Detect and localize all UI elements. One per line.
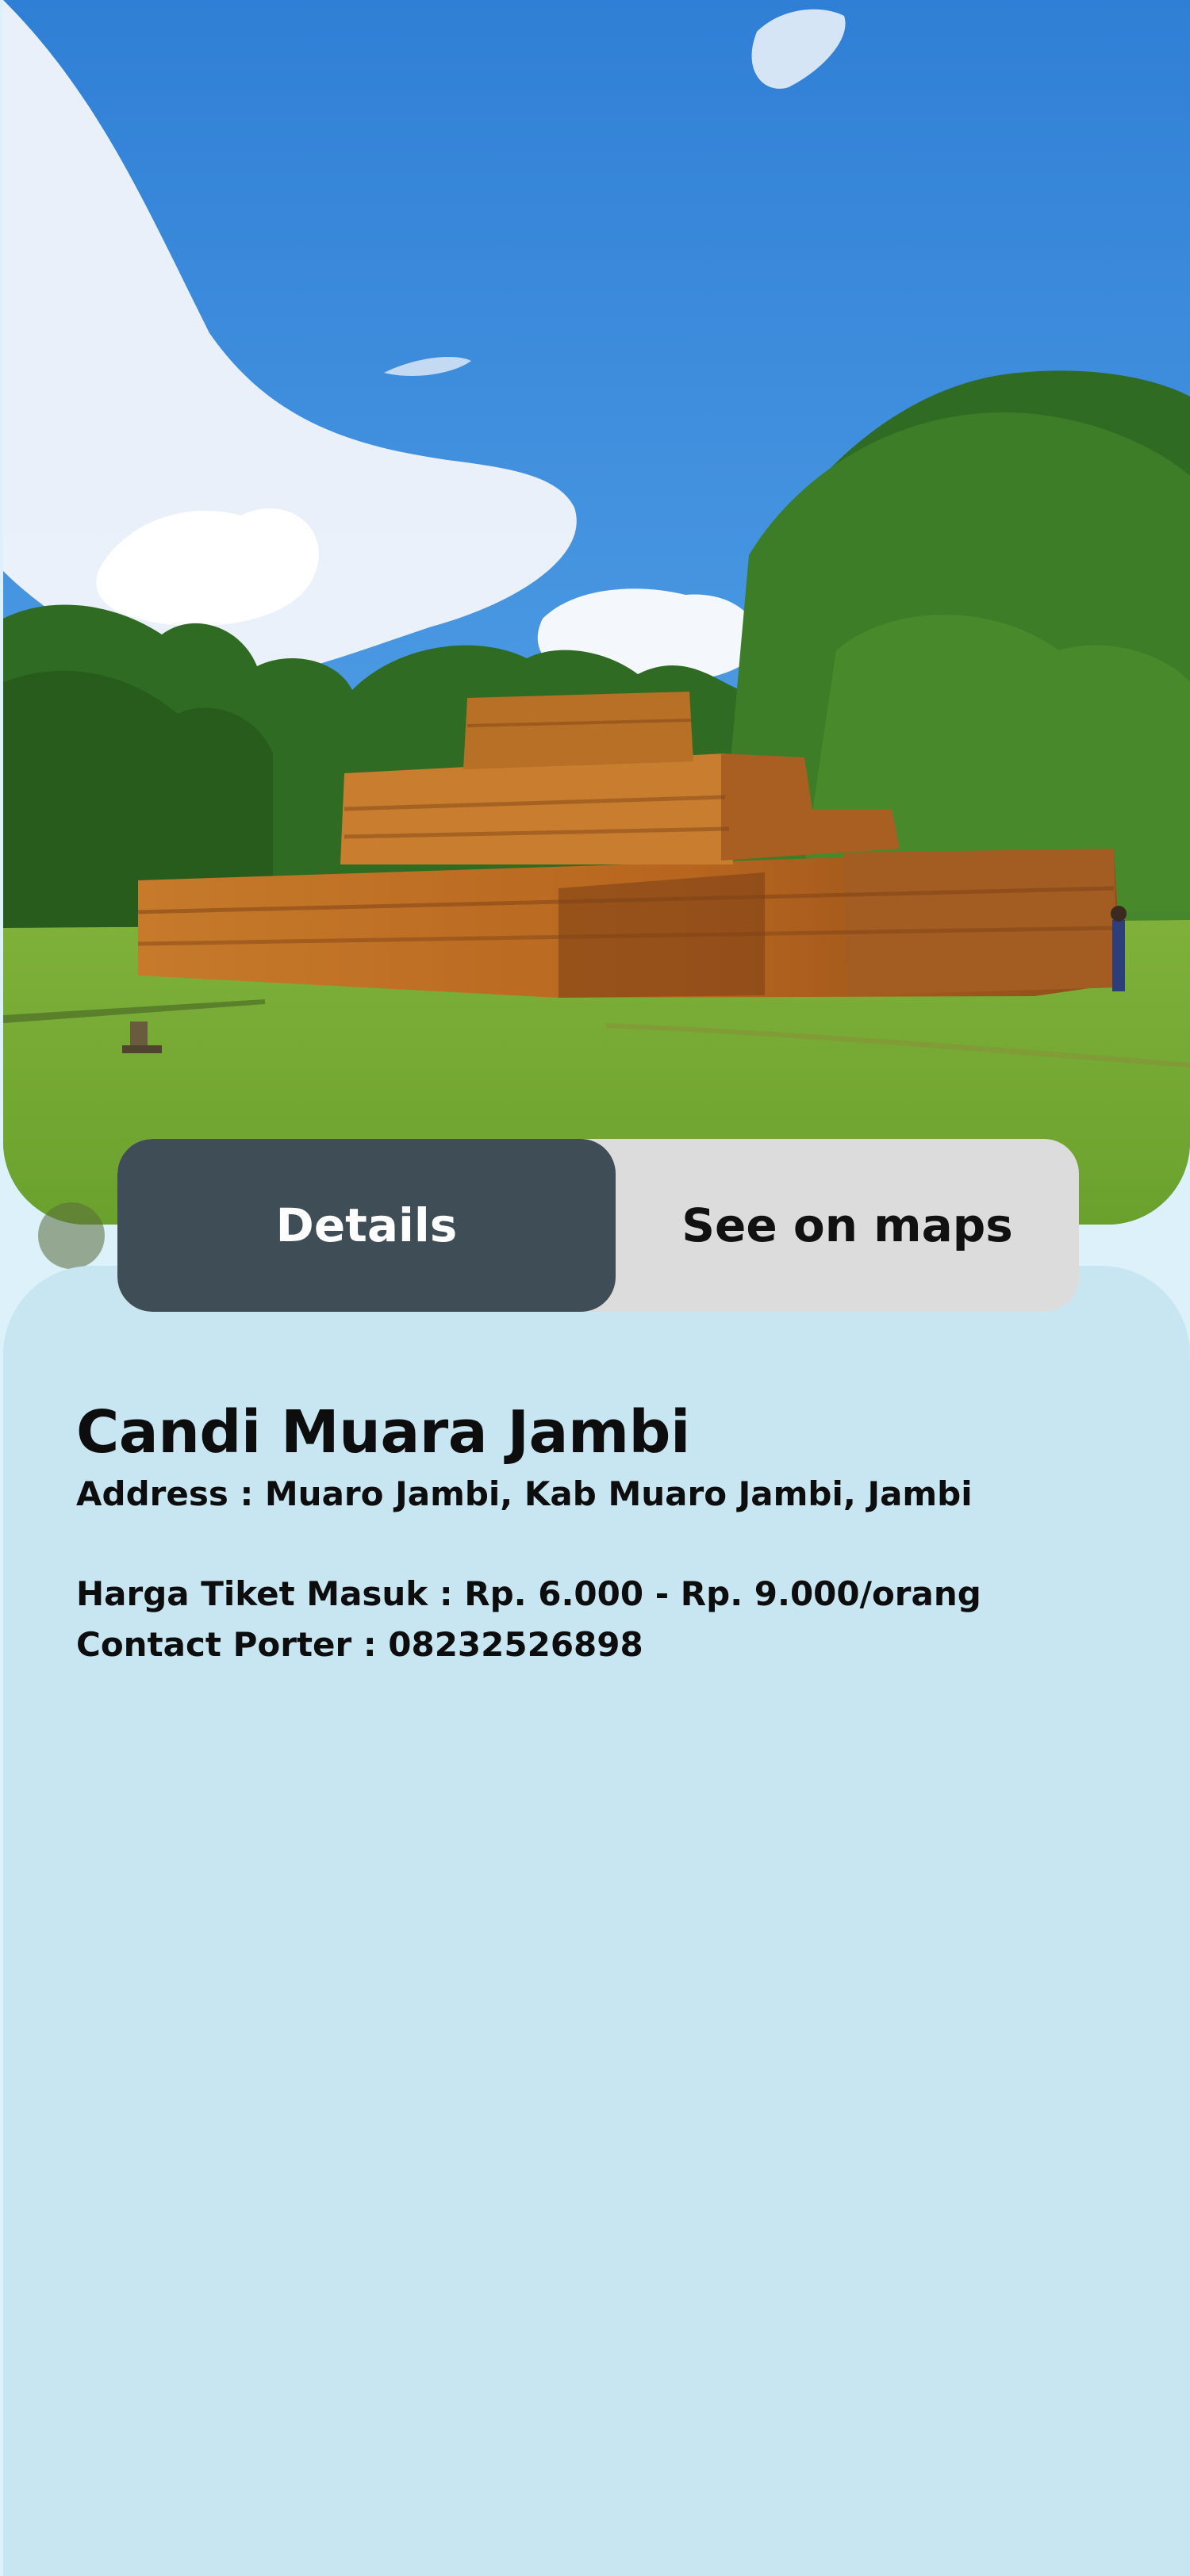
place-address: Address : Muaro Jambi, Kab Muaro Jambi, … <box>76 1474 973 1513</box>
tab-details[interactable]: Details <box>117 1139 616 1312</box>
place-title: Candi Muara Jambi <box>76 1398 690 1466</box>
ticket-price: Harga Tiket Masuk : Rp. 6.000 - Rp. 9.00… <box>76 1574 981 1613</box>
destination-detail-screen: Details See on maps Candi Muara Jambi Ad… <box>0 0 1190 2576</box>
temple-photo-icon <box>3 0 1190 1225</box>
contact-porter: Contact Porter : 08232526898 <box>76 1625 643 1664</box>
hero-corner-shadow <box>38 1202 105 1269</box>
place-info: Candi Muara Jambi Address : Muaro Jambi,… <box>76 1396 1123 1670</box>
segmented-tabs: Details See on maps <box>117 1139 1079 1312</box>
tab-see-on-maps[interactable]: See on maps <box>616 1139 1079 1312</box>
hero-image <box>3 0 1190 1225</box>
